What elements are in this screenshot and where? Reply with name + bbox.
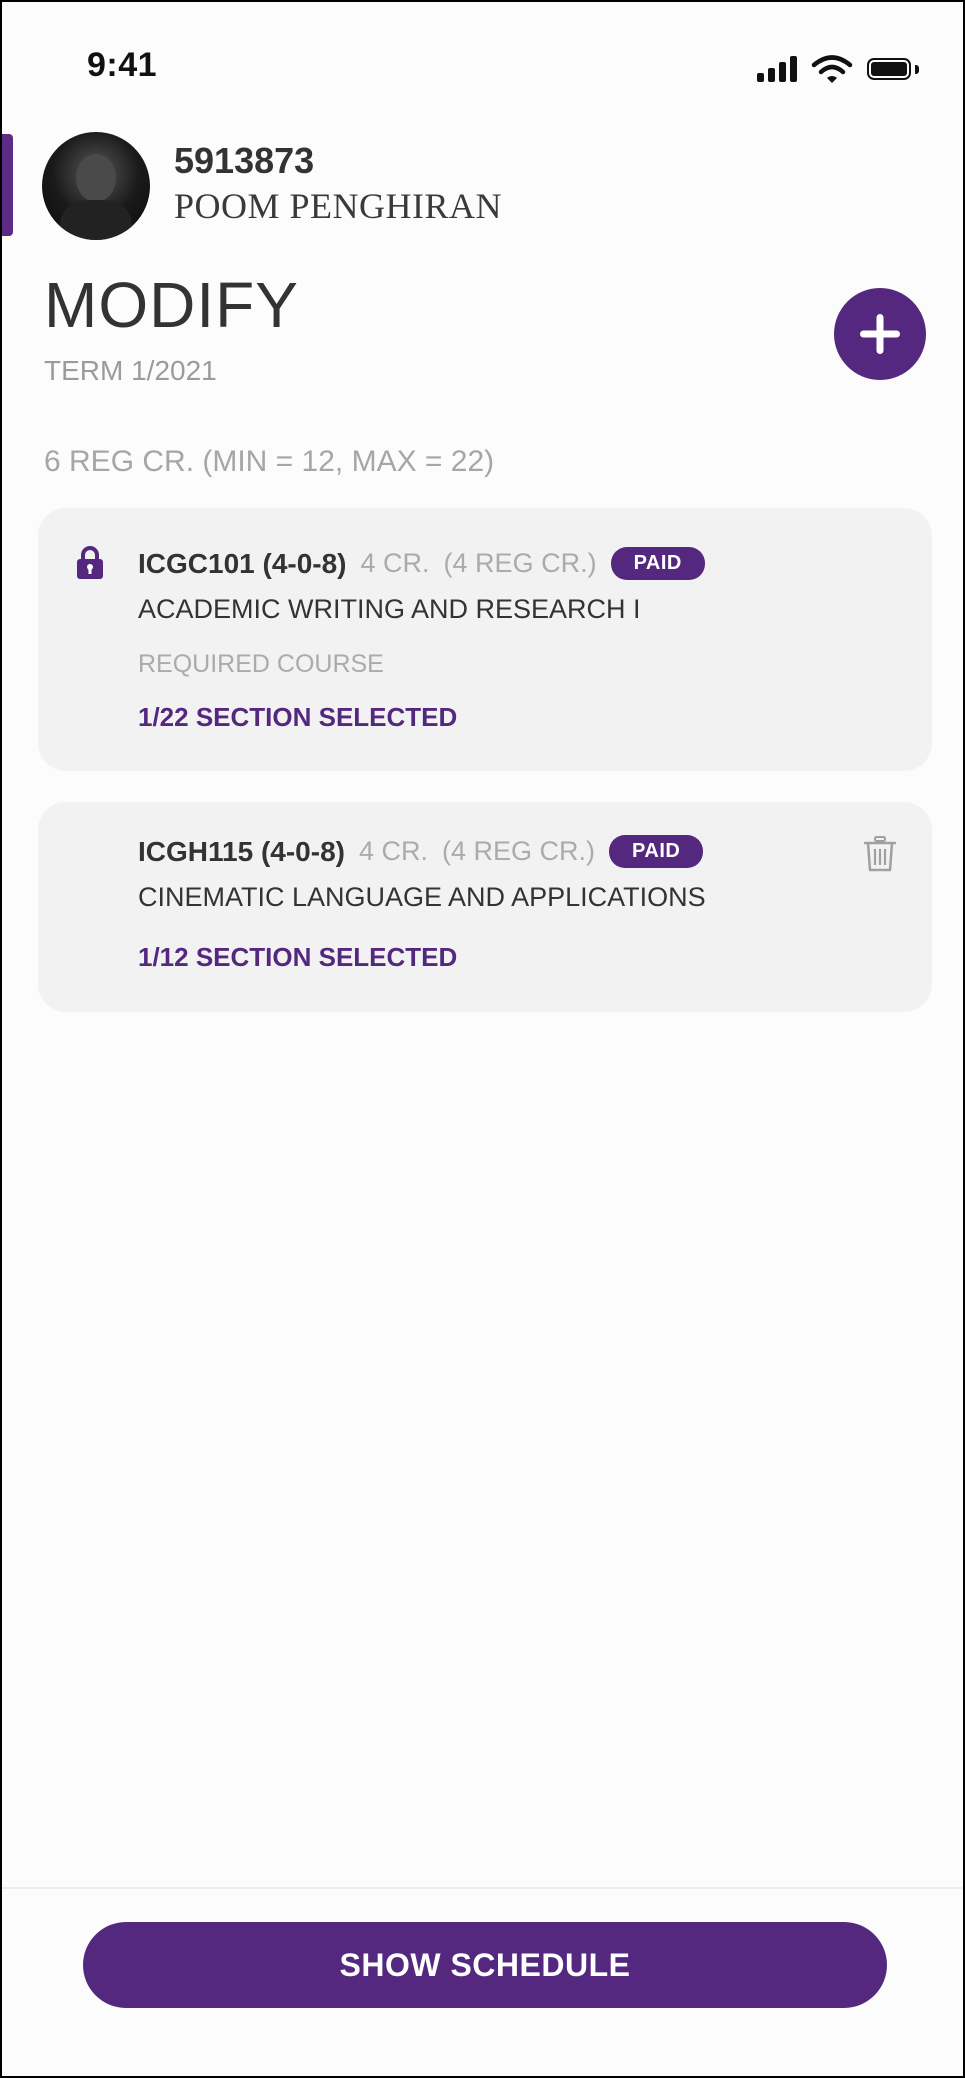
paid-badge: PAID [609,835,704,868]
course-type: REQUIRED COURSE [138,650,384,678]
status-time: 9:41 [87,46,158,84]
section-selected[interactable]: 1/22 SECTION SELECTED [138,702,457,733]
credits-summary: 6 REG CR. (MIN = 12, MAX = 22) [44,445,495,478]
add-course-button[interactable] [834,288,926,380]
course-reg-credits: (4 REG CR.) [443,548,597,578]
trash-icon[interactable] [864,836,896,872]
course-code: ICGC101 (4-0-8) [138,547,347,579]
course-reg-credits: (4 REG CR.) [442,836,596,866]
course-title: CINEMATIC LANGUAGE AND APPLICATIONS [138,882,706,912]
show-schedule-button[interactable]: SHOW SCHEDULE [83,1922,887,2008]
plus-icon [860,314,900,354]
course-header: ICGC101 (4-0-8) 4 CR. (4 REG CR.) PAID [138,547,705,580]
bottom-divider [2,1887,963,1889]
term-label: TERM 1/2021 [44,355,217,386]
course-card[interactable]: ICGC101 (4-0-8) 4 CR. (4 REG CR.) PAID A… [38,508,932,771]
app-screen: 9:41 5913873 POOM PENGHIRAN MODIFY TERM … [0,0,965,2078]
course-code: ICGH115 (4-0-8) [138,835,345,867]
section-selected[interactable]: 1/12 SECTION SELECTED [138,942,457,973]
course-credits: 4 CR. [358,836,428,866]
paid-badge: PAID [610,547,705,580]
signal-icon [757,56,797,82]
student-id: 5913873 [174,140,315,181]
course-header: ICGH115 (4-0-8) 4 CR. (4 REG CR.) PAID [138,835,704,868]
course-card[interactable]: ICGH115 (4-0-8) 4 CR. (4 REG CR.) PAID C… [38,802,932,1012]
profile-accent-bar [2,134,13,236]
battery-icon [867,58,911,80]
page-title: MODIFY [44,269,299,341]
wifi-icon [811,55,853,83]
avatar[interactable] [42,132,150,240]
course-title: ACADEMIC WRITING AND RESEARCH I [138,594,641,624]
lock-icon [77,546,103,579]
status-icons [757,54,919,84]
student-name: POOM PENGHIRAN [174,186,503,226]
course-credits: 4 CR. [360,548,430,578]
